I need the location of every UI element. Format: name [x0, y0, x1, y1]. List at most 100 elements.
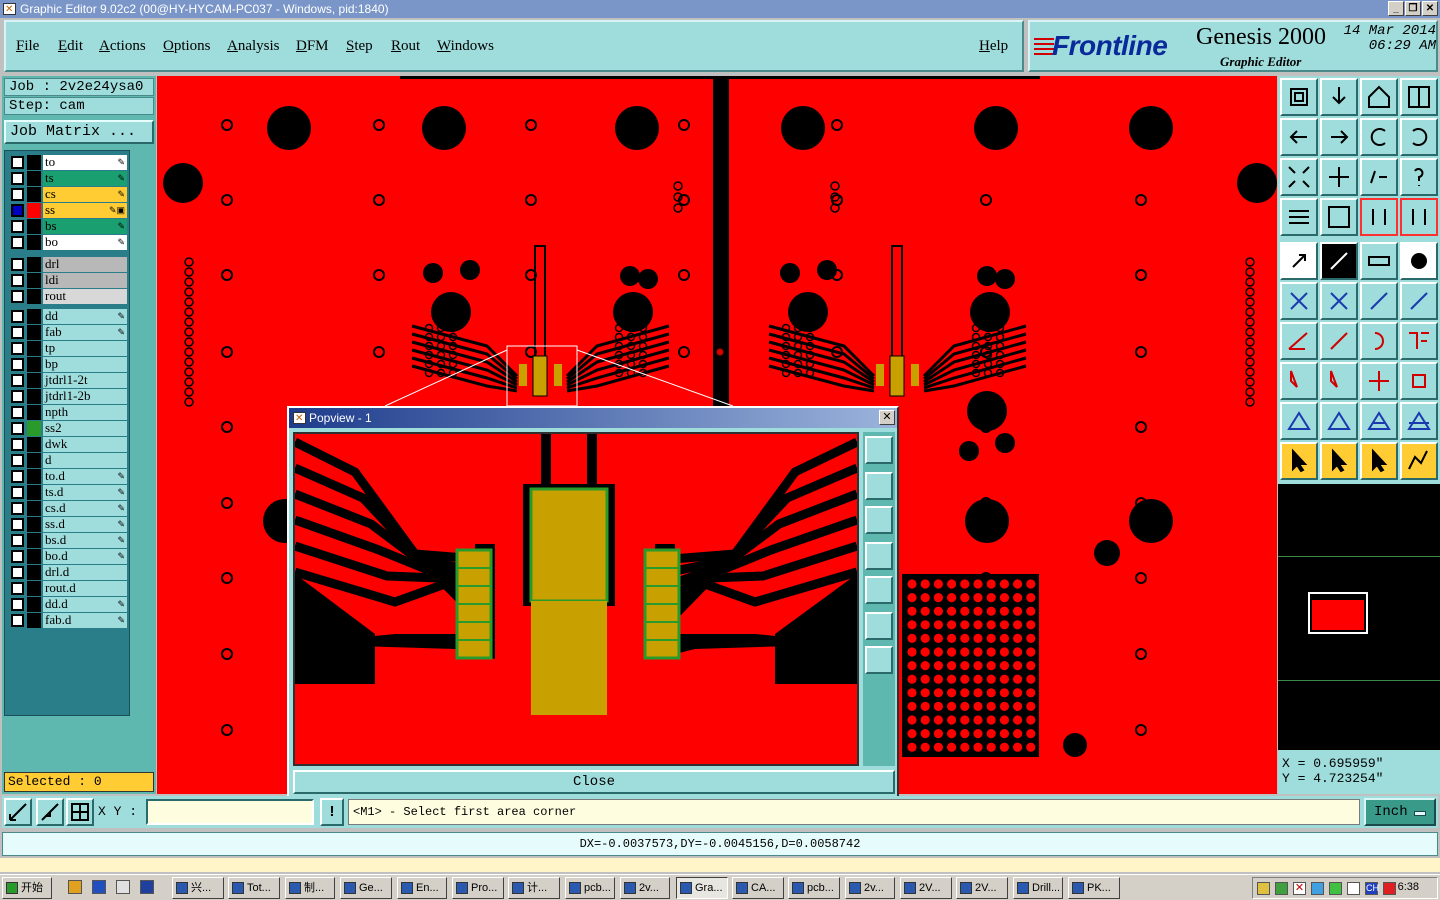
layer-color-swatch[interactable]: [27, 309, 41, 324]
menu-rout[interactable]: Rout: [391, 38, 420, 55]
route-icon[interactable]: [1320, 362, 1358, 400]
layer-row[interactable]: ts ✎: [9, 171, 127, 186]
layer-name[interactable]: ss ✎▣: [43, 203, 127, 218]
layer-checkbox[interactable]: [11, 236, 24, 249]
layer-name[interactable]: bs ✎: [43, 219, 127, 234]
area-select-icon[interactable]: [1360, 442, 1398, 480]
layer-color-swatch[interactable]: [27, 235, 41, 250]
menu-analysis[interactable]: Analysis: [227, 38, 280, 55]
layer-compare-icon[interactable]: [1360, 198, 1398, 236]
help-icon[interactable]: [1400, 158, 1438, 196]
feature-select-icon[interactable]: [1280, 362, 1318, 400]
layer-checkbox[interactable]: [11, 342, 24, 355]
layer-checkbox[interactable]: [11, 454, 24, 467]
overview-map[interactable]: [1278, 484, 1440, 750]
taskbar-task[interactable]: Gra...: [676, 877, 728, 899]
layer-name[interactable]: drl: [43, 257, 127, 272]
connect-icon[interactable]: [1360, 282, 1398, 320]
taskbar-task[interactable]: Drill...: [1013, 877, 1063, 899]
layer-name[interactable]: dd.d ✎: [43, 597, 127, 612]
layer-name[interactable]: jtdrl1-2t: [43, 373, 127, 388]
pan-down-icon[interactable]: [1320, 78, 1358, 116]
layer-row[interactable]: fab.d ✎: [9, 613, 127, 628]
taskbar-task[interactable]: CA...: [732, 877, 784, 899]
menu-dfm[interactable]: DFM: [296, 38, 329, 55]
menu-help[interactable]: Help: [979, 38, 1008, 55]
layer-color-swatch[interactable]: [27, 421, 41, 436]
layer-row[interactable]: dd ✎: [9, 309, 127, 324]
layer-name[interactable]: bs.d ✎: [43, 533, 127, 548]
layer-name[interactable]: to ✎: [43, 155, 127, 170]
tray-language-icon[interactable]: CH: [1365, 882, 1379, 895]
layer-name[interactable]: jtdrl1-2b: [43, 389, 127, 404]
layer-checkbox[interactable]: [11, 470, 24, 483]
popview-zoom-view[interactable]: [293, 432, 859, 766]
popview-zoom-window-icon[interactable]: [865, 436, 893, 464]
layer-checkbox[interactable]: [11, 534, 24, 547]
layer-row[interactable]: tp: [9, 341, 127, 356]
draw-slash-icon[interactable]: [1320, 322, 1358, 360]
layer-row[interactable]: bo.d ✎: [9, 549, 127, 564]
zoom-fit-icon[interactable]: [1280, 158, 1318, 196]
taskbar-task[interactable]: Tot...: [228, 877, 280, 899]
polygon-edit-icon[interactable]: [1320, 402, 1358, 440]
layer-row[interactable]: npth: [9, 405, 127, 420]
taskbar-task[interactable]: PK...: [1068, 877, 1120, 899]
close-window-button[interactable]: ✕: [1422, 1, 1438, 16]
layer-checkbox[interactable]: [11, 390, 24, 403]
layer-color-swatch[interactable]: [27, 341, 41, 356]
layer-name[interactable]: tp: [43, 341, 127, 356]
layer-name[interactable]: fab ✎: [43, 325, 127, 340]
layer-color-swatch[interactable]: [27, 613, 41, 628]
layer-name[interactable]: dd ✎: [43, 309, 127, 324]
layer-row[interactable]: drl: [9, 257, 127, 272]
grid-snap-icon[interactable]: [66, 798, 94, 826]
layer-name[interactable]: bo ✎: [43, 235, 127, 250]
layer-name[interactable]: fab.d ✎: [43, 613, 127, 628]
arc-icon[interactable]: [1360, 322, 1398, 360]
tray-tool-icon[interactable]: [1257, 882, 1270, 895]
pan-left-icon[interactable]: [1280, 118, 1318, 156]
start-button[interactable]: 开始: [2, 877, 52, 899]
layer-name[interactable]: bp: [43, 357, 127, 372]
xy-input[interactable]: [146, 799, 314, 825]
popview-pan-up-icon[interactable]: [865, 472, 893, 500]
taskbar-task[interactable]: 2V...: [956, 877, 1008, 899]
layer-checkbox[interactable]: [11, 422, 24, 435]
menu-options[interactable]: Options: [163, 38, 211, 55]
layer-checkbox[interactable]: [11, 358, 24, 371]
layer-checkbox[interactable]: [11, 550, 24, 563]
tray-monitor-icon[interactable]: [1311, 882, 1324, 895]
copy-icon[interactable]: [1400, 362, 1438, 400]
layer-checkbox[interactable]: [11, 518, 24, 531]
layer-name[interactable]: ss2: [43, 421, 127, 436]
popview-close-icon[interactable]: ✕: [879, 410, 895, 425]
scale-1to2-icon[interactable]: [1360, 158, 1398, 196]
layer-checkbox[interactable]: [11, 438, 24, 451]
menu-actions[interactable]: Actions: [99, 38, 146, 55]
layer-color-swatch[interactable]: [27, 155, 41, 170]
layer-color-swatch[interactable]: [27, 273, 41, 288]
layer-checkbox[interactable]: [11, 290, 24, 303]
taskbar-task[interactable]: Pro...: [452, 877, 504, 899]
layer-checkbox[interactable]: [11, 326, 24, 339]
job-matrix-button[interactable]: Job Matrix ...: [4, 120, 154, 144]
layer-name[interactable]: rout.d: [43, 581, 127, 596]
layer-row[interactable]: bs.d ✎: [9, 533, 127, 548]
taskbar-task[interactable]: 2v...: [620, 877, 670, 899]
connect-end-icon[interactable]: [1400, 282, 1438, 320]
layer-checkbox[interactable]: [11, 220, 24, 233]
units-dropdown[interactable]: Inch: [1364, 798, 1436, 826]
taskbar-task[interactable]: pcb...: [565, 877, 615, 899]
layer-name[interactable]: to.d ✎: [43, 469, 127, 484]
layer-name[interactable]: bo.d ✎: [43, 549, 127, 564]
grid-icon[interactable]: [1320, 198, 1358, 236]
layer-checkbox[interactable]: [11, 566, 24, 579]
layer-toggle-icon[interactable]: [1400, 198, 1438, 236]
layer-name[interactable]: ss.d ✎: [43, 517, 127, 532]
layer-checkbox[interactable]: [11, 204, 24, 217]
layer-checkbox[interactable]: [11, 188, 24, 201]
move-icon[interactable]: [1320, 282, 1358, 320]
tray-input-icon[interactable]: [1383, 882, 1396, 895]
layer-row[interactable]: jtdrl1-2t: [9, 373, 127, 388]
